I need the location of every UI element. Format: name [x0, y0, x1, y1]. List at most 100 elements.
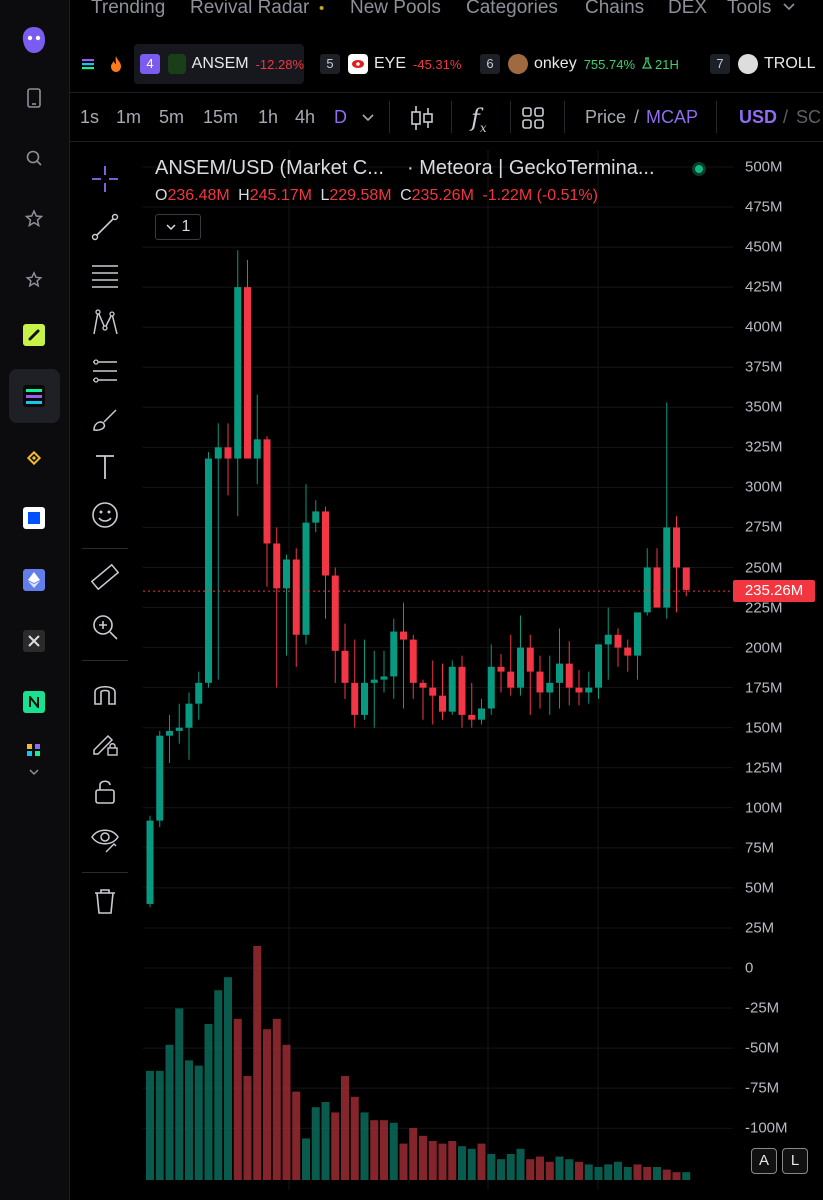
app-logo-icon[interactable]: [18, 24, 50, 56]
volume-bar: [643, 1167, 652, 1180]
unlock-icon[interactable]: [88, 774, 122, 808]
toolbar-separator: [389, 101, 390, 133]
search-icon[interactable]: [22, 146, 46, 170]
emoji-icon[interactable]: [88, 498, 122, 532]
toolbar-separator: [716, 101, 717, 133]
chevron-down-icon[interactable]: [22, 760, 46, 784]
interval-1h[interactable]: 1h: [258, 107, 278, 128]
price-toggle[interactable]: Price: [585, 107, 626, 128]
candle: [507, 671, 515, 688]
visibility-eye-icon[interactable]: [88, 822, 122, 856]
nav-categories[interactable]: Categories: [466, 0, 558, 19]
bnb-chain-icon[interactable]: [22, 446, 46, 470]
candle: [322, 511, 329, 576]
nav-dex[interactable]: DEX: [668, 0, 707, 19]
solana-chain-icon[interactable]: [22, 384, 46, 408]
price-tick-label: 300M: [745, 478, 783, 496]
price-tick-label: 200M: [745, 639, 783, 657]
open-value: 236.48M: [167, 187, 230, 204]
candle: [175, 727, 183, 731]
candle: [380, 676, 388, 680]
pump-chain-icon[interactable]: [22, 323, 46, 347]
text-tool-icon[interactable]: [88, 450, 122, 484]
change-value: -1.22M (-0.51%): [482, 187, 598, 204]
volume-bar: [633, 1164, 642, 1180]
ticker-item-troll[interactable]: 7 TROLL: [710, 44, 823, 84]
tools-separator: [82, 872, 128, 873]
nav-trending[interactable]: Trending: [91, 0, 165, 19]
tools-separator: [82, 548, 128, 549]
price-tick-label: 375M: [745, 358, 783, 376]
nav-new-pools[interactable]: New Pools: [350, 0, 441, 19]
layout-grid-icon[interactable]: [522, 107, 544, 134]
volume-bar: [185, 1060, 193, 1180]
candles-icon[interactable]: [410, 104, 434, 137]
volume-bar: [614, 1161, 622, 1180]
interval-1s[interactable]: 1s: [80, 107, 99, 128]
candle: [634, 612, 641, 656]
close-value: 235.26M: [411, 187, 474, 204]
interval-dropdown-icon[interactable]: [361, 111, 375, 129]
base-chain-icon[interactable]: [22, 506, 46, 530]
candle: [546, 682, 554, 693]
ticker-item-onkey[interactable]: 6 onkey 755.74% 21H: [480, 44, 679, 84]
volume-bar: [662, 1169, 671, 1180]
nav-tools[interactable]: Tools: [727, 0, 771, 19]
candle: [244, 287, 251, 459]
trend-line-icon[interactable]: [88, 210, 122, 244]
interval-4h[interactable]: 4h: [295, 107, 315, 128]
brush-icon[interactable]: [88, 402, 122, 436]
price-mcap-slash: /: [634, 107, 640, 127]
crosshair-icon[interactable]: [88, 162, 122, 196]
prediction-tool-icon[interactable]: [88, 354, 122, 388]
zoom-in-icon[interactable]: [88, 610, 122, 644]
candle: [595, 644, 602, 688]
interval-1m[interactable]: 1m: [116, 107, 141, 128]
volume-bar: [302, 1138, 310, 1180]
log-scale-button[interactable]: L: [782, 1148, 808, 1174]
volume-bar: [409, 1128, 418, 1180]
candle: [487, 666, 495, 709]
ticker-change: -45.31%: [413, 56, 462, 72]
chart-source: · Meteora | GeckoTermina...: [407, 157, 655, 179]
watchlist-star-icon[interactable]: [22, 207, 46, 231]
solana-small-icon: [80, 56, 96, 77]
usd-toggle[interactable]: USD: [739, 107, 777, 128]
fib-lines-icon[interactable]: [88, 258, 122, 292]
price-axis[interactable]: 500M 475M 450M 425M 400M 375M 350M 325M 300M 275M…: [735, 150, 823, 1190]
magnet-icon[interactable]: [88, 676, 122, 710]
trash-icon[interactable]: [88, 884, 122, 918]
nav-revival-radar[interactable]: Revival Radar: [190, 0, 309, 19]
interval-15m[interactable]: 15m: [203, 107, 238, 128]
candle: [673, 527, 680, 568]
candle: [682, 567, 690, 590]
indicator-collapse-button[interactable]: 1: [155, 214, 201, 240]
left-sidebar: [0, 0, 70, 1200]
candle: [643, 567, 651, 613]
volume-bar: [233, 1018, 242, 1180]
near-chain-icon[interactable]: [22, 690, 46, 714]
phone-icon[interactable]: [22, 86, 46, 110]
price-chart[interactable]: [143, 150, 733, 1190]
interval-d[interactable]: D: [334, 107, 347, 128]
pattern-tool-icon[interactable]: [88, 306, 122, 340]
ticker-item-eye[interactable]: 5 EYE -45.31%: [320, 44, 461, 84]
ruler-icon[interactable]: [88, 560, 122, 594]
volume-bar: [331, 1112, 340, 1180]
price-tick-label: 0: [745, 959, 754, 977]
auto-scale-button[interactable]: A: [751, 1148, 777, 1174]
sol-toggle[interactable]: SC: [796, 107, 821, 128]
lock-drawings-icon[interactable]: [88, 726, 122, 760]
trending-ticker: 4 ANSEM -12.28% 5 EYE -45.31% 6 onkey 75…: [70, 44, 823, 86]
current-price-tag: 235.26M: [733, 580, 815, 603]
x-chain-icon[interactable]: [22, 629, 46, 653]
ethereum-chain-icon[interactable]: [22, 568, 46, 592]
indicators-fx-icon[interactable]: fx: [471, 104, 487, 135]
mcap-toggle[interactable]: MCAP: [646, 107, 698, 128]
star-icon[interactable]: [22, 268, 46, 292]
interval-5m[interactable]: 5m: [159, 107, 184, 128]
nav-chains[interactable]: Chains: [585, 0, 644, 19]
ticker-change: 755.74%: [583, 56, 636, 72]
ticker-item-ansem[interactable]: 4 ANSEM -12.28%: [134, 44, 304, 84]
price-tick-label: -75M: [745, 1079, 780, 1097]
